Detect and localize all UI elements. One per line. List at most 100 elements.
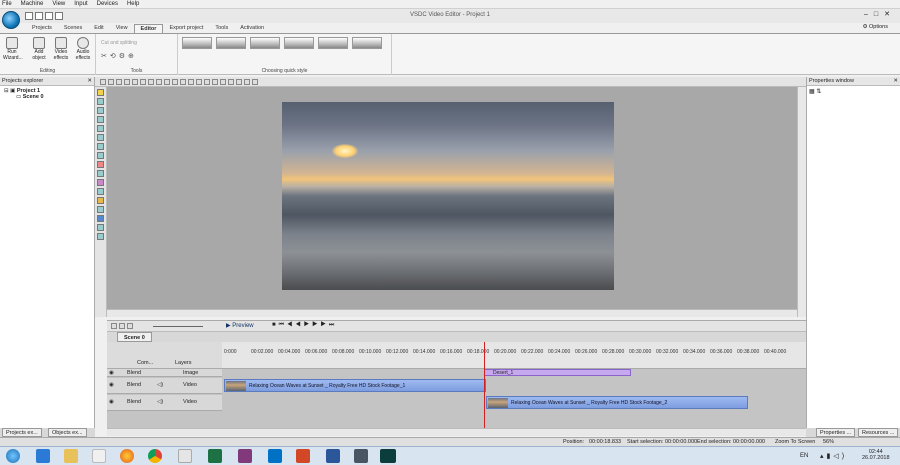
minimize-icon[interactable]: – bbox=[864, 11, 874, 18]
tab-projects[interactable]: Projects bbox=[26, 24, 58, 33]
folder-icon[interactable] bbox=[64, 449, 78, 463]
track-row[interactable]: ◉ Blend ◁) Video bbox=[107, 378, 222, 394]
options-button[interactable]: ⚙ Options bbox=[863, 24, 888, 30]
free-shape-icon[interactable] bbox=[97, 188, 104, 195]
ungroup-icon[interactable] bbox=[236, 79, 242, 85]
align-bottom-icon[interactable] bbox=[188, 79, 194, 85]
text-icon[interactable] bbox=[97, 152, 104, 159]
align-top-icon[interactable] bbox=[172, 79, 178, 85]
video-frame[interactable] bbox=[282, 102, 614, 290]
quick-style-thumb[interactable] bbox=[182, 37, 212, 49]
prev-icon[interactable]: ⏮ bbox=[279, 322, 287, 328]
eye-icon[interactable]: ◉ bbox=[109, 382, 114, 388]
explorer-icon[interactable] bbox=[178, 449, 192, 463]
media-player-icon[interactable] bbox=[92, 449, 106, 463]
vsdc-taskbar-icon[interactable] bbox=[380, 449, 396, 463]
line-icon[interactable] bbox=[97, 125, 104, 132]
menu-machine[interactable]: Machine bbox=[21, 1, 44, 7]
quick-style-thumb[interactable] bbox=[250, 37, 280, 49]
timeline-scrollbar[interactable] bbox=[107, 428, 806, 436]
align-center-icon[interactable] bbox=[156, 79, 162, 85]
video-object-icon[interactable] bbox=[97, 98, 104, 105]
track-row[interactable]: ◉ Blend Image bbox=[107, 369, 222, 377]
magnet-icon[interactable] bbox=[204, 79, 210, 85]
canvas-horizontal-scrollbar[interactable] bbox=[107, 309, 797, 317]
language-indicator[interactable]: EN bbox=[800, 453, 808, 459]
outlook-icon[interactable] bbox=[268, 449, 282, 463]
tab-objects-explorer[interactable]: Objects ex... bbox=[48, 428, 87, 437]
redo-icon[interactable] bbox=[108, 79, 114, 85]
rectangle-icon[interactable] bbox=[97, 134, 104, 141]
powerpoint-icon[interactable] bbox=[296, 449, 310, 463]
sort-alpha-icon[interactable]: ⇅ bbox=[816, 89, 821, 95]
excel-icon[interactable] bbox=[208, 449, 222, 463]
audio-effects-button[interactable]: Audio effects bbox=[74, 37, 92, 61]
tree-item-scene[interactable]: ▭ Scene 0 bbox=[4, 94, 94, 100]
menu-input[interactable]: Input bbox=[74, 1, 87, 7]
tab-view[interactable]: View bbox=[110, 24, 134, 33]
paste-icon[interactable] bbox=[132, 79, 138, 85]
menu-devices[interactable]: Devices bbox=[97, 1, 118, 7]
tab-export-project[interactable]: Export project bbox=[163, 24, 209, 33]
menu-help[interactable]: Help bbox=[127, 1, 139, 7]
layer-down-icon[interactable] bbox=[220, 79, 226, 85]
tab-activation[interactable]: Activation bbox=[234, 24, 270, 33]
settings-icon[interactable]: ⚙ bbox=[119, 53, 128, 60]
tab-projects-explorer[interactable]: Projects ex... bbox=[2, 428, 42, 437]
align-middle-icon[interactable] bbox=[180, 79, 186, 85]
layer-up-icon[interactable] bbox=[212, 79, 218, 85]
cut-icon[interactable] bbox=[116, 79, 122, 85]
timeline-ruler[interactable]: 0:000 00:02.000 00:04.000 00:06.000 00:08.00… bbox=[222, 342, 806, 369]
menu-file[interactable]: File bbox=[2, 1, 12, 7]
rotate-icon[interactable]: ⟲ bbox=[110, 53, 119, 60]
copy-icon[interactable] bbox=[124, 79, 130, 85]
tab-properties[interactable]: Properties ... bbox=[816, 428, 856, 437]
word-icon[interactable] bbox=[326, 449, 340, 463]
clock[interactable]: 02:44 26.07.2018 bbox=[862, 449, 890, 461]
bar-icon[interactable] bbox=[97, 224, 104, 231]
zoom-out-icon[interactable] bbox=[119, 323, 125, 329]
zoom-slider[interactable] bbox=[153, 326, 203, 327]
blend-mode[interactable]: Blend bbox=[127, 370, 141, 376]
volume-icon[interactable]: ◁) bbox=[833, 453, 847, 460]
counter-icon[interactable] bbox=[97, 206, 104, 213]
quick-style-thumb[interactable] bbox=[318, 37, 348, 49]
play-icon[interactable]: ▶ bbox=[304, 322, 312, 328]
close-icon[interactable]: ✕ bbox=[87, 77, 92, 86]
image-object-icon[interactable] bbox=[97, 116, 104, 123]
quick-style-thumb[interactable] bbox=[352, 37, 382, 49]
playhead[interactable] bbox=[484, 342, 485, 428]
tab-editor[interactable]: Editor bbox=[133, 24, 164, 33]
start-icon[interactable] bbox=[6, 449, 20, 463]
music-icon[interactable] bbox=[97, 215, 104, 222]
video-effects-button[interactable]: Video effects bbox=[52, 37, 70, 61]
align-right-icon[interactable] bbox=[164, 79, 170, 85]
cut-and-splitting-button[interactable]: Cut and splitting bbox=[101, 40, 137, 46]
onenote-icon[interactable] bbox=[238, 449, 252, 463]
blend-mode[interactable]: Blend bbox=[127, 382, 141, 388]
eye-icon[interactable] bbox=[252, 79, 258, 85]
group-icon[interactable] bbox=[228, 79, 234, 85]
videos-icon[interactable] bbox=[354, 449, 368, 463]
categorized-icon[interactable]: ▦ bbox=[809, 89, 815, 95]
forward-icon[interactable]: ▶▶ bbox=[312, 322, 329, 328]
track-row[interactable]: ◉ Blend ◁) Video bbox=[107, 395, 222, 411]
eye-icon[interactable]: ◉ bbox=[109, 399, 114, 405]
close-icon[interactable]: ✕ bbox=[893, 77, 898, 86]
subtitle-icon[interactable] bbox=[97, 179, 104, 186]
video-clip-1[interactable]: Relaxing Ocean Waves at Sunset _ Royalty… bbox=[224, 379, 486, 392]
video-clip-2[interactable]: Relaxing Ocean Waves at Sunset _ Royalty… bbox=[486, 396, 748, 409]
rewind-icon[interactable]: ◀◀ bbox=[287, 322, 304, 328]
quick-style-thumb[interactable] bbox=[284, 37, 314, 49]
zoom-fit-icon[interactable] bbox=[127, 323, 133, 329]
chrome-icon[interactable] bbox=[148, 449, 162, 463]
preview-button[interactable]: ▶ Preview bbox=[226, 322, 254, 329]
add-object-button[interactable]: Add object bbox=[30, 37, 48, 61]
desert-image-clip[interactable]: Desert_1 bbox=[484, 369, 631, 376]
close-icon[interactable]: ✕ bbox=[884, 11, 896, 18]
delete-icon[interactable] bbox=[140, 79, 146, 85]
stop-icon[interactable]: ■ bbox=[272, 322, 279, 328]
next-icon[interactable]: ⏭ bbox=[329, 322, 337, 328]
firefox-icon[interactable] bbox=[120, 449, 134, 463]
menu-view[interactable]: View bbox=[52, 1, 65, 7]
